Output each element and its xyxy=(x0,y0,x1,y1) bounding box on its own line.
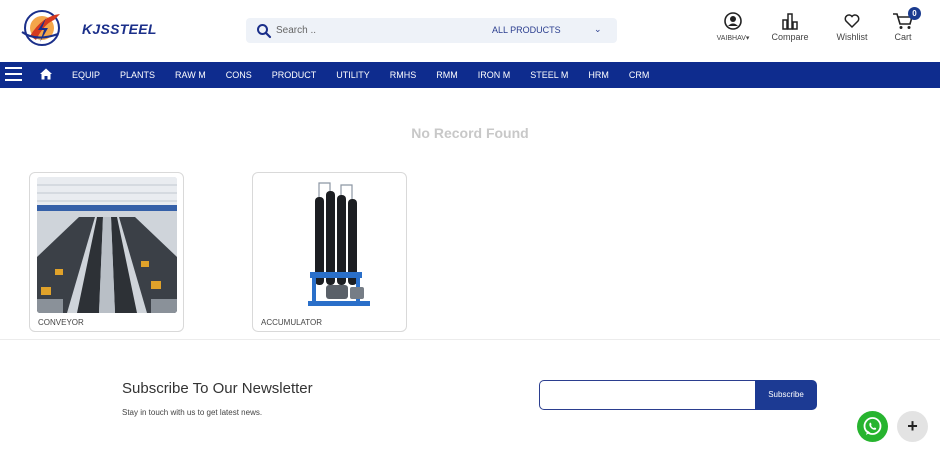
nav-item-raw-m[interactable]: RAW M xyxy=(165,62,216,88)
logo-text: KJSSTEEL xyxy=(82,21,157,37)
compare-icon xyxy=(782,13,798,30)
caret-down-icon: ▾ xyxy=(745,35,750,42)
user-account[interactable]: VAIBHAV▾ xyxy=(713,12,753,42)
search-input[interactable] xyxy=(276,21,476,40)
plus-button[interactable]: + xyxy=(897,411,928,442)
nav-item-steel-m[interactable]: STEEL M xyxy=(520,62,578,88)
logo-emblem-icon xyxy=(21,10,60,46)
chevron-down-icon[interactable]: ⌄ xyxy=(594,24,602,35)
newsletter-email-input[interactable] xyxy=(539,380,756,410)
header: KJSSTEEL ALL PRODUCTS ⌄ VAIBHAV▾ xyxy=(0,0,940,62)
newsletter-subtitle: Stay in touch with us to get latest news… xyxy=(122,408,263,417)
whatsapp-button[interactable] xyxy=(857,411,888,442)
wishlist-label: Wishlist xyxy=(836,32,868,42)
whatsapp-icon xyxy=(863,417,882,435)
newsletter-title: Subscribe To Our Newsletter xyxy=(122,380,313,397)
compare-link[interactable]: Compare xyxy=(767,12,813,42)
product-label-accumulator[interactable]: ACCUMULATOR xyxy=(261,318,322,327)
product-card-conveyor[interactable]: CONVEYOR xyxy=(29,172,184,332)
accumulator-image xyxy=(260,177,400,313)
category-select[interactable]: ALL PRODUCTS xyxy=(492,25,561,35)
product-card-accumulator[interactable]: ACCUMULATOR xyxy=(252,172,407,332)
nav-item-hrm[interactable]: HRM xyxy=(578,62,619,88)
product-image-conveyor[interactable] xyxy=(37,177,177,313)
footer-divider xyxy=(0,339,940,340)
nav-item-iron-m[interactable]: IRON M xyxy=(468,62,521,88)
nav-item-utility[interactable]: UTILITY xyxy=(326,62,380,88)
wishlist-link[interactable]: Wishlist xyxy=(832,12,872,42)
cart-label: Cart xyxy=(894,32,912,42)
hamburger-menu-icon[interactable] xyxy=(5,67,22,83)
nav-item-cons[interactable]: CONS xyxy=(216,62,262,88)
subscribe-button[interactable]: Subscribe xyxy=(755,380,817,410)
user-icon xyxy=(724,12,742,30)
cart-link[interactable]: Cart 0 xyxy=(888,7,921,42)
product-image-accumulator[interactable] xyxy=(260,177,400,313)
nav-item-product[interactable]: PRODUCT xyxy=(262,62,327,88)
nav-item-rmhs[interactable]: RMHS xyxy=(380,62,427,88)
product-label-conveyor[interactable]: CONVEYOR xyxy=(38,318,84,327)
heart-icon xyxy=(844,14,860,29)
nav-items: EQUIP PLANTS RAW M CONS PRODUCT UTILITY RMHS RM… xyxy=(62,62,659,88)
nav-item-equip[interactable]: EQUIP xyxy=(62,62,110,88)
nav-item-crm[interactable]: CRM xyxy=(619,62,660,88)
compare-label: Compare xyxy=(771,32,809,42)
user-name: VAIBHAV xyxy=(716,35,746,42)
page: KJSSTEEL ALL PRODUCTS ⌄ VAIBHAV▾ xyxy=(0,0,940,452)
logo[interactable]: KJSSTEEL xyxy=(16,6,156,50)
cart-count-badge: 0 xyxy=(908,7,921,20)
empty-message: No Record Found xyxy=(411,125,529,141)
search-icon[interactable] xyxy=(256,23,272,39)
nav-item-plants[interactable]: PLANTS xyxy=(110,62,165,88)
main-nav: EQUIP PLANTS RAW M CONS PRODUCT UTILITY RMHS RM… xyxy=(0,62,940,88)
home-icon[interactable] xyxy=(39,67,53,81)
nav-item-rmm[interactable]: RMM xyxy=(426,62,468,88)
conveyor-image xyxy=(37,177,177,313)
search-bar: ALL PRODUCTS ⌄ xyxy=(246,18,617,43)
